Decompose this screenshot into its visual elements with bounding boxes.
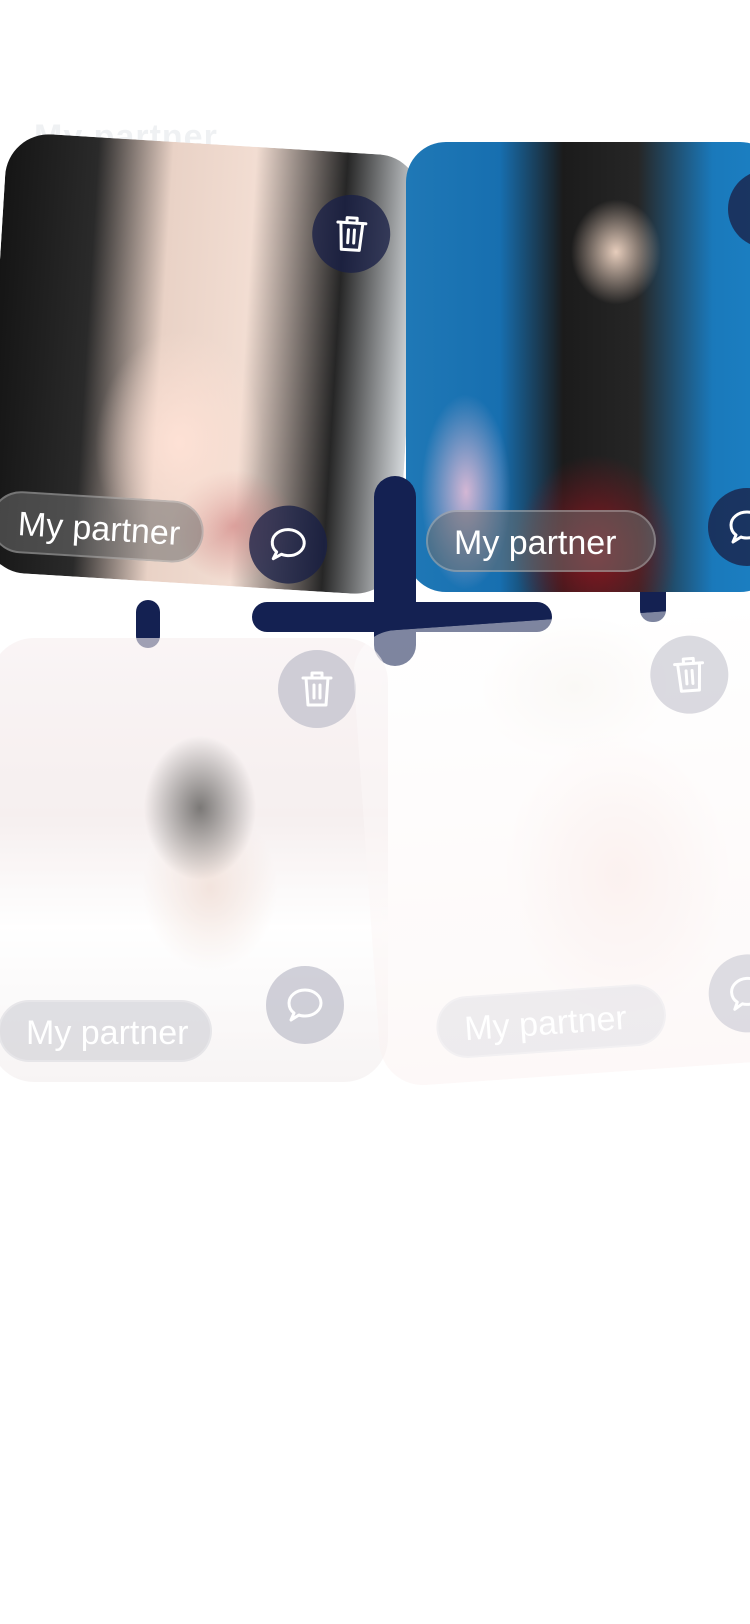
trash-icon: [673, 656, 705, 693]
chat-button[interactable]: [266, 966, 344, 1044]
partner-card[interactable]: My partner: [350, 603, 750, 1089]
delete-button[interactable]: [278, 650, 356, 728]
chat-bubble-icon: [270, 528, 306, 561]
partner-label: My partner: [0, 1000, 212, 1062]
partner-label: My partner: [426, 510, 656, 572]
trash-icon: [745, 187, 750, 231]
partner-card[interactable]: My partner: [0, 638, 388, 1082]
partner-card[interactable]: My partner: [406, 142, 750, 592]
chat-bubble-icon: [730, 976, 750, 1011]
trash-icon: [336, 216, 368, 252]
partner-label: My partner: [0, 489, 206, 565]
chat-bubble-icon: [287, 988, 323, 1022]
trash-icon: [301, 671, 333, 707]
partner-card[interactable]: My partner: [0, 131, 424, 597]
chat-bubble-icon: [729, 510, 750, 544]
